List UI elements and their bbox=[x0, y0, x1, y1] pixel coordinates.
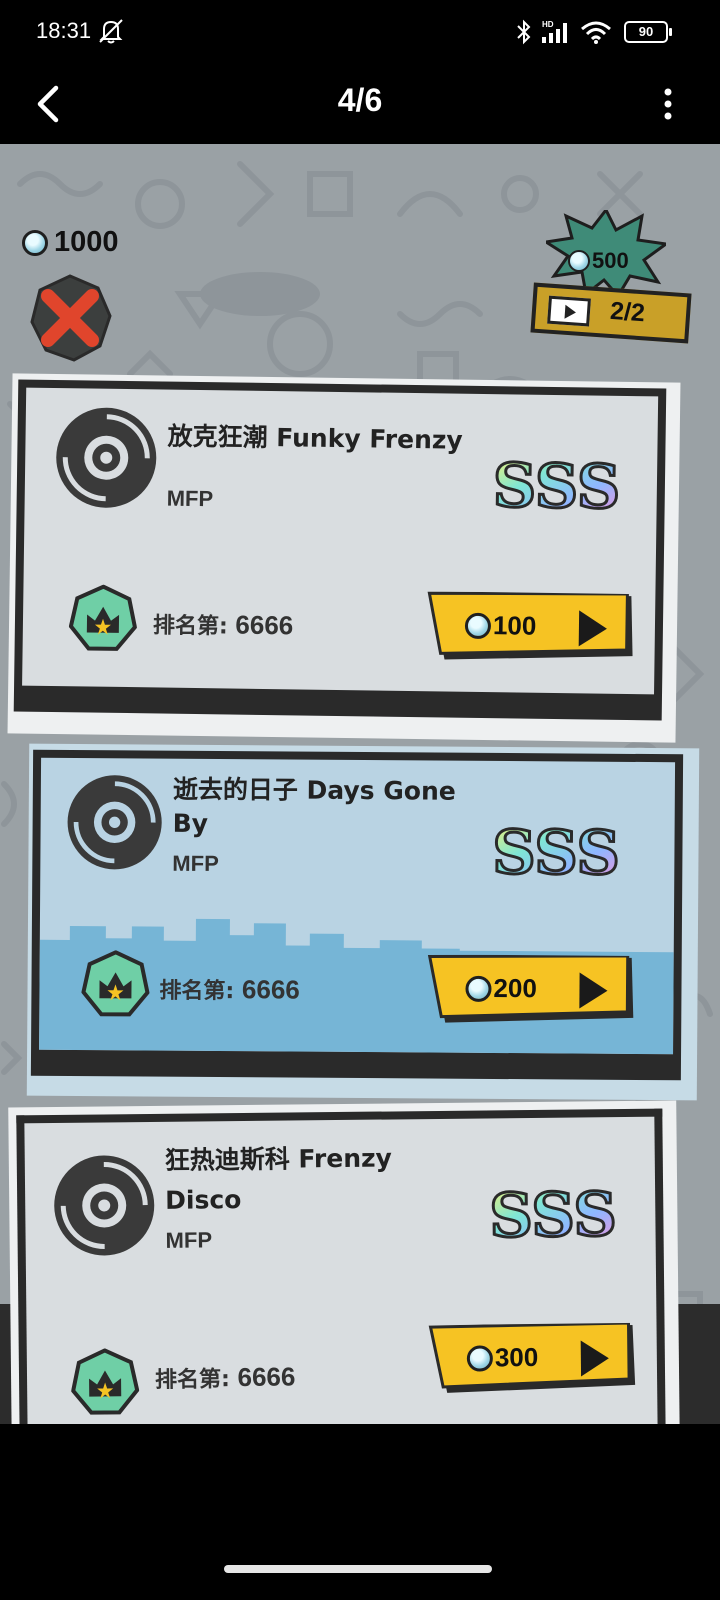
rank-text: 排名第: 6666 bbox=[155, 1360, 296, 1393]
vinyl-disc-icon bbox=[67, 775, 162, 870]
vinyl-disc-icon bbox=[56, 407, 157, 508]
gem-icon bbox=[464, 612, 492, 639]
rank-text: 排名第: 6666 bbox=[153, 607, 294, 641]
muted-bell-icon bbox=[99, 19, 123, 44]
play-button[interactable]: 100 bbox=[426, 591, 637, 664]
home-gesture-bar[interactable] bbox=[224, 1565, 492, 1573]
close-x-icon[interactable] bbox=[28, 274, 112, 362]
song-artist: MFP bbox=[166, 485, 214, 512]
currency-display: 1000 bbox=[22, 226, 119, 259]
rank-value: 6666 bbox=[237, 1361, 296, 1393]
rank-value: 6666 bbox=[235, 609, 294, 641]
song-title-line-1: 狂热迪斯科 Frenzy bbox=[164, 1143, 393, 1175]
ad-remaining-count: 2/2 bbox=[609, 296, 646, 328]
page-title: 4/6 bbox=[337, 82, 383, 118]
grade-text: SSS bbox=[492, 818, 620, 884]
song-title-line-1: 逝去的日子 Days Gone bbox=[172, 774, 456, 806]
play-cost: 200 bbox=[465, 973, 537, 1004]
play-cost-value: 100 bbox=[492, 610, 537, 641]
rank-text: 排名第: 6666 bbox=[159, 973, 300, 1006]
card-panel: 逝去的日子 Days Gone By MFP SSS 排名第: 6666 200 bbox=[30, 749, 684, 1081]
song-artist: MFP bbox=[172, 850, 219, 877]
grade-sss-icon: SSS bbox=[488, 1179, 619, 1246]
more-options-button[interactable] bbox=[658, 84, 678, 124]
rank-badge-icon bbox=[71, 1348, 140, 1415]
title-bar: 4/6 bbox=[0, 66, 720, 144]
play-button[interactable]: 200 bbox=[427, 954, 637, 1025]
video-ad-reward[interactable]: 500 2/2 bbox=[528, 210, 698, 350]
grade-sss-icon: SSS bbox=[491, 450, 622, 518]
wifi-icon bbox=[581, 21, 611, 44]
play-button[interactable]: 300 bbox=[428, 1322, 640, 1395]
rank-value: 6666 bbox=[241, 974, 300, 1005]
battery-level: 90 bbox=[638, 24, 654, 39]
song-title-line-2: Disco bbox=[165, 1185, 242, 1215]
rank-badge-icon bbox=[68, 584, 138, 651]
play-cost: 300 bbox=[466, 1341, 539, 1374]
currency-amount: 1000 bbox=[54, 226, 119, 258]
grade-sss-icon: SSS bbox=[491, 817, 622, 884]
rank-label: 排名第: bbox=[159, 978, 235, 1005]
rank-label: 排名第: bbox=[154, 1367, 231, 1393]
song-card[interactable]: 逝去的日子 Days Gone By MFP SSS 排名第: 6666 200 bbox=[0, 743, 720, 1106]
network-label: HD bbox=[542, 20, 554, 29]
play-arrow-icon bbox=[578, 610, 608, 647]
play-cost-value: 200 bbox=[493, 972, 537, 1004]
game-screen: 1000 500 2/2 放克狂潮 Funky Frenzy MFP SSS 排… bbox=[0, 144, 720, 1424]
ad-tag: 2/2 bbox=[530, 282, 692, 344]
card-panel: 放克狂潮 Funky Frenzy MFP SSS 排名第: 6666 100 bbox=[13, 379, 667, 721]
rank-badge-icon bbox=[81, 950, 150, 1017]
ad-reward-amount: 500 bbox=[568, 248, 629, 274]
vinyl-disc-icon bbox=[54, 1155, 155, 1256]
grade-text: SSS bbox=[492, 451, 620, 518]
play-cost-value: 300 bbox=[494, 1341, 539, 1373]
play-arrow-icon bbox=[580, 1340, 610, 1377]
ad-reward-value: 500 bbox=[592, 248, 629, 273]
status-bar: 18:31 HD 90 bbox=[0, 0, 720, 66]
card-panel: 狂热迪斯科 Frenzy Disco MFP SSS 排名第: 6666 300 bbox=[16, 1108, 666, 1424]
gem-icon bbox=[465, 975, 492, 1002]
gem-icon bbox=[568, 250, 590, 272]
play-cost: 100 bbox=[464, 610, 537, 642]
gem-icon bbox=[466, 1344, 493, 1372]
play-arrow-icon bbox=[579, 972, 608, 1009]
song-title-line-1: 放克狂潮 Funky Frenzy bbox=[167, 421, 463, 455]
song-card[interactable]: 放克狂潮 Funky Frenzy MFP SSS 排名第: 6666 100 bbox=[0, 373, 720, 748]
status-icons: HD 90 bbox=[516, 18, 672, 46]
status-time: 18:31 bbox=[36, 18, 92, 43]
song-artist: MFP bbox=[165, 1227, 213, 1253]
bluetooth-icon bbox=[517, 19, 531, 45]
song-title-line-2: By bbox=[172, 808, 209, 838]
cellular-signal-icon: HD bbox=[542, 20, 567, 43]
grade-text: SSS bbox=[489, 1180, 617, 1246]
gem-icon bbox=[22, 229, 48, 256]
battery-indicator: 90 bbox=[624, 21, 672, 43]
system-navigation-area bbox=[0, 1424, 720, 1600]
song-card[interactable]: 狂热迪斯科 Frenzy Disco MFP SSS 排名第: 6666 300 bbox=[0, 1100, 720, 1424]
rank-label: 排名第: bbox=[152, 613, 228, 640]
video-play-icon bbox=[547, 295, 591, 327]
